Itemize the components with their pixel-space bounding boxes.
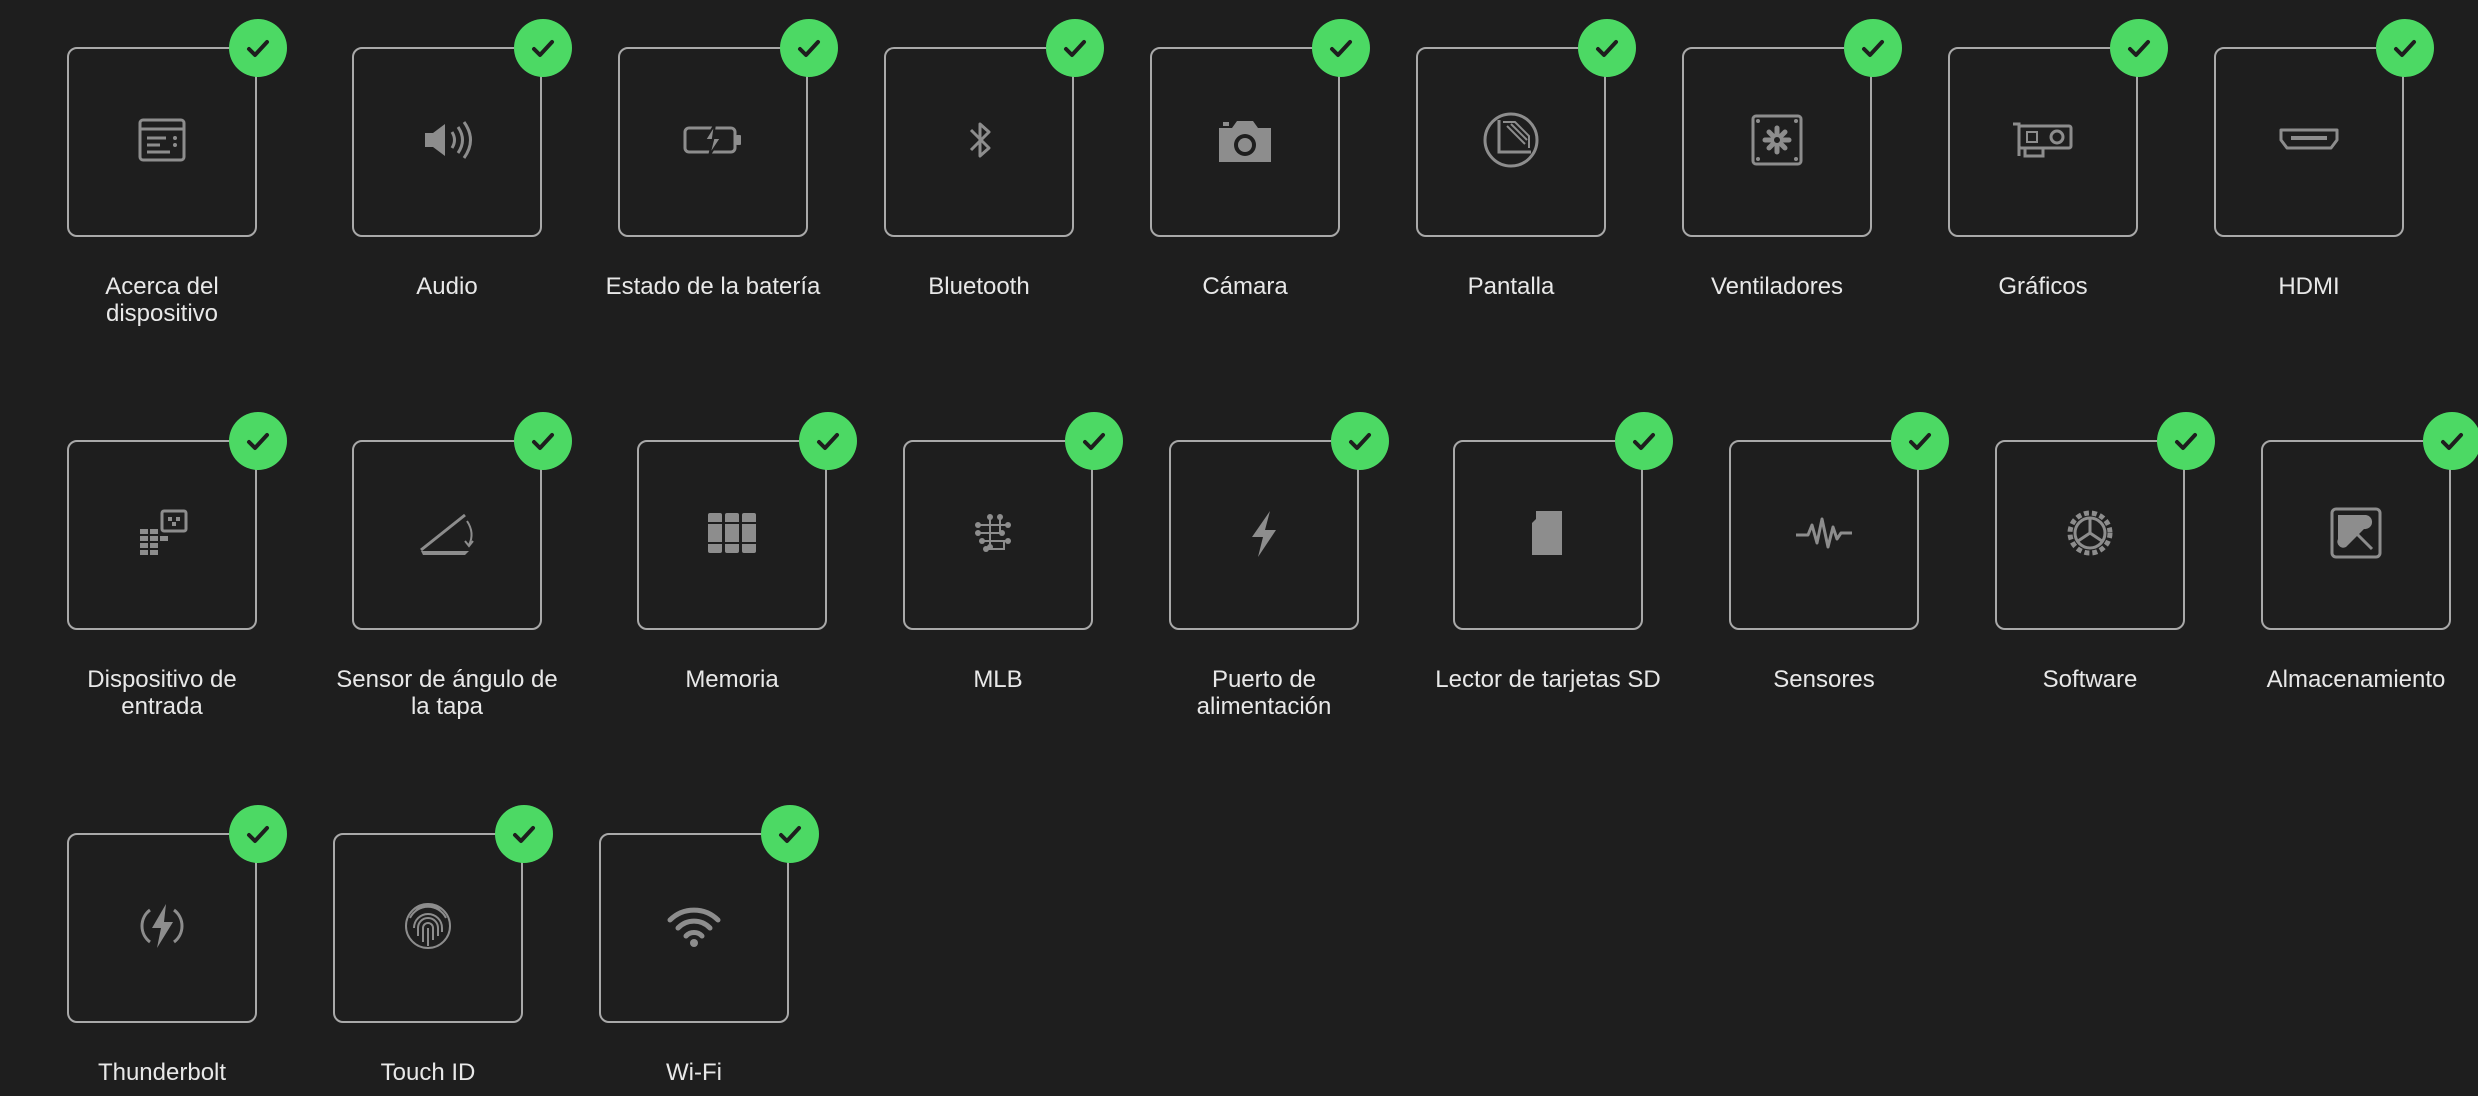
diagnostic-tile-hdmi[interactable]: HDMI — [2214, 19, 2434, 300]
diagnostic-tile-sensors[interactable]: Sensores — [1729, 412, 1949, 693]
diagnostic-button-hdmi[interactable] — [2214, 47, 2404, 237]
diagnostic-tile-sd[interactable]: Lector de tarjetas SD — [1435, 412, 1673, 693]
diagnostic-button-storage[interactable] — [2261, 440, 2451, 630]
camera-icon — [1207, 102, 1283, 183]
checkmark-icon — [1891, 412, 1949, 470]
diagnostic-tile-about[interactable]: Acerca del dispositivo — [67, 19, 287, 327]
diagnostic-label-line: alimentación — [1196, 693, 1332, 720]
diagnostic-button-audio[interactable] — [352, 47, 542, 237]
power-port-icon — [1226, 495, 1302, 576]
display-icon — [1473, 102, 1549, 183]
thunderbolt-icon — [124, 888, 200, 969]
checkmark-icon — [2157, 412, 2215, 470]
diagnostic-button-sd[interactable] — [1453, 440, 1643, 630]
checkmark-icon — [229, 805, 287, 863]
diagnostic-tile-thunderbolt[interactable]: Thunderbolt — [67, 805, 287, 1086]
hdmi-icon — [2271, 102, 2347, 183]
logic-board-icon — [960, 495, 1036, 576]
diagnostic-tile-power[interactable]: Puerto de alimentación — [1169, 412, 1389, 720]
diagnostic-button-sensors[interactable] — [1729, 440, 1919, 630]
graphics-card-icon — [2005, 102, 2081, 183]
diagnostic-label-line: Wi-Fi — [666, 1059, 722, 1086]
memory-icon — [694, 495, 770, 576]
sd-card-icon — [1510, 495, 1586, 576]
diagnostic-tile-display[interactable]: Pantalla — [1416, 19, 1636, 300]
checkmark-icon — [1065, 412, 1123, 470]
diagnostic-button-thunderbolt[interactable] — [67, 833, 257, 1023]
speaker-icon — [409, 102, 485, 183]
diagnostic-button-battery[interactable] — [618, 47, 808, 237]
fingerprint-icon — [390, 888, 466, 969]
gear-icon — [2052, 495, 2128, 576]
diagnostic-tile-wifi[interactable]: Wi-Fi — [599, 805, 819, 1086]
diagnostic-button-fans[interactable] — [1682, 47, 1872, 237]
diagnostic-tile-camera[interactable]: Cámara — [1150, 19, 1370, 300]
diagnostic-tile-audio[interactable]: Audio — [352, 19, 572, 300]
diagnostic-button-graphics[interactable] — [1948, 47, 2138, 237]
checkmark-icon — [1844, 19, 1902, 77]
battery-icon — [675, 102, 751, 183]
diagnostic-tile-graphics[interactable]: Gráficos — [1948, 19, 2168, 300]
checkmark-icon — [514, 412, 572, 470]
input-device-icon — [124, 495, 200, 576]
diagnostic-tile-software[interactable]: Software — [1995, 412, 2215, 693]
diagnostic-button-about[interactable] — [67, 47, 257, 237]
diagnostic-label: Wi-Fi — [504, 1059, 884, 1086]
fan-icon — [1739, 102, 1815, 183]
diagnostic-button-software[interactable] — [1995, 440, 2185, 630]
diagnostic-tile-storage[interactable]: Almacenamiento — [2261, 412, 2478, 693]
diagnostic-tile-touchid[interactable]: Touch ID — [333, 805, 553, 1086]
wifi-icon — [656, 888, 732, 969]
diagnostic-tile-battery[interactable]: Estado de la batería — [606, 19, 838, 300]
checkmark-icon — [2423, 412, 2478, 470]
diagnostic-label-line: la tapa — [410, 693, 484, 720]
diagnostic-label-line: dispositivo — [105, 300, 219, 327]
storage-icon — [2318, 495, 2394, 576]
checkmark-icon — [2110, 19, 2168, 77]
diagnostic-tile-input[interactable]: Dispositivo de entrada — [67, 412, 287, 720]
diagnostic-button-memory[interactable] — [637, 440, 827, 630]
diagnostic-button-power[interactable] — [1169, 440, 1359, 630]
bluetooth-icon — [941, 102, 1017, 183]
sensor-wave-icon — [1786, 495, 1862, 576]
diagnostic-button-display[interactable] — [1416, 47, 1606, 237]
diagnostic-button-camera[interactable] — [1150, 47, 1340, 237]
checkmark-icon — [1046, 19, 1104, 77]
lid-angle-icon — [409, 495, 485, 576]
diagnostic-button-lid[interactable] — [352, 440, 542, 630]
checkmark-icon — [1578, 19, 1636, 77]
diagnostic-tile-lid[interactable]: Sensor de ángulo de la tapa — [336, 412, 572, 720]
checkmark-icon — [1331, 412, 1389, 470]
diagnostic-label: HDMI — [2119, 273, 2478, 300]
checkmark-icon — [229, 19, 287, 77]
checkmark-icon — [780, 19, 838, 77]
checkmark-icon — [229, 412, 287, 470]
checkmark-icon — [1615, 412, 1673, 470]
diagnostic-label-line: Almacenamiento — [2266, 666, 2446, 693]
diagnostic-button-mlb[interactable] — [903, 440, 1093, 630]
diagnostic-button-bluetooth[interactable] — [884, 47, 1074, 237]
diagnostic-button-touchid[interactable] — [333, 833, 523, 1023]
checkmark-icon — [1312, 19, 1370, 77]
diagnostic-button-wifi[interactable] — [599, 833, 789, 1023]
checkmark-icon — [495, 805, 553, 863]
diagnostic-label-line: HDMI — [2278, 273, 2340, 300]
diagnostic-tile-fans[interactable]: Ventiladores — [1682, 19, 1902, 300]
checkmark-icon — [2376, 19, 2434, 77]
checkmark-icon — [761, 805, 819, 863]
diagnostic-tile-mlb[interactable]: MLB — [903, 412, 1123, 693]
diagnostic-tile-memory[interactable]: Memoria — [637, 412, 857, 693]
checkmark-icon — [514, 19, 572, 77]
checkmark-icon — [799, 412, 857, 470]
about-icon — [124, 102, 200, 183]
diagnostic-tile-bluetooth[interactable]: Bluetooth — [884, 19, 1104, 300]
diagnostic-button-input[interactable] — [67, 440, 257, 630]
diagnostic-label: Almacenamiento — [2166, 666, 2478, 693]
